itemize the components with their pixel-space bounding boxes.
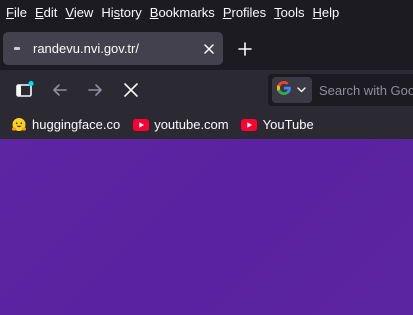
- search-input[interactable]: Search with Google: [319, 83, 413, 98]
- back-arrow-icon[interactable]: [48, 78, 72, 102]
- bookmark-label: YouTube: [262, 117, 314, 132]
- stop-loading-icon[interactable]: [119, 78, 143, 102]
- bookmark-youtube[interactable]: YouTube: [241, 116, 314, 133]
- menu-edit[interactable]: Edit: [35, 5, 57, 20]
- tab-active[interactable]: randevu.nvi.gov.tr/: [3, 32, 223, 65]
- forward-arrow-icon[interactable]: [83, 78, 107, 102]
- menu-tools[interactable]: Tools: [274, 5, 304, 20]
- youtube-icon: [241, 116, 258, 133]
- menu-profiles[interactable]: Profiles: [223, 5, 266, 20]
- chevron-down-icon: [297, 87, 306, 93]
- tab-title: randevu.nvi.gov.tr/: [33, 41, 139, 56]
- search-engine-selector[interactable]: [272, 77, 312, 103]
- close-tab-icon[interactable]: [199, 39, 219, 59]
- bookmark-label: huggingface.co: [32, 117, 121, 132]
- google-icon: [276, 80, 292, 101]
- menu-bar: File Edit View History Bookmarks Profile…: [0, 0, 413, 24]
- bookmark-youtube-com[interactable]: youtube.com: [132, 116, 229, 133]
- menu-file[interactable]: File: [6, 5, 27, 20]
- bookmark-label: youtube.com: [154, 117, 229, 132]
- navigation-toolbar: Search with Google: [0, 70, 413, 110]
- sidebar-toggle-icon[interactable]: [12, 78, 36, 102]
- tab-strip: randevu.nvi.gov.tr/: [0, 24, 413, 70]
- url-bar[interactable]: Search with Google: [268, 74, 413, 106]
- menu-bookmarks[interactable]: Bookmarks: [150, 5, 215, 20]
- loading-favicon-icon: [14, 47, 20, 50]
- new-tab-icon[interactable]: [234, 38, 256, 60]
- menu-help[interactable]: Help: [313, 5, 340, 20]
- bookmark-huggingface[interactable]: huggingface.co: [10, 116, 120, 133]
- hugging-face-icon: [10, 116, 27, 133]
- bookmarks-toolbar: huggingface.co youtube.com YouTube: [0, 110, 413, 139]
- page-content: [0, 139, 413, 315]
- menu-history[interactable]: History: [101, 5, 141, 20]
- youtube-icon: [132, 116, 149, 133]
- menu-view[interactable]: View: [65, 5, 93, 20]
